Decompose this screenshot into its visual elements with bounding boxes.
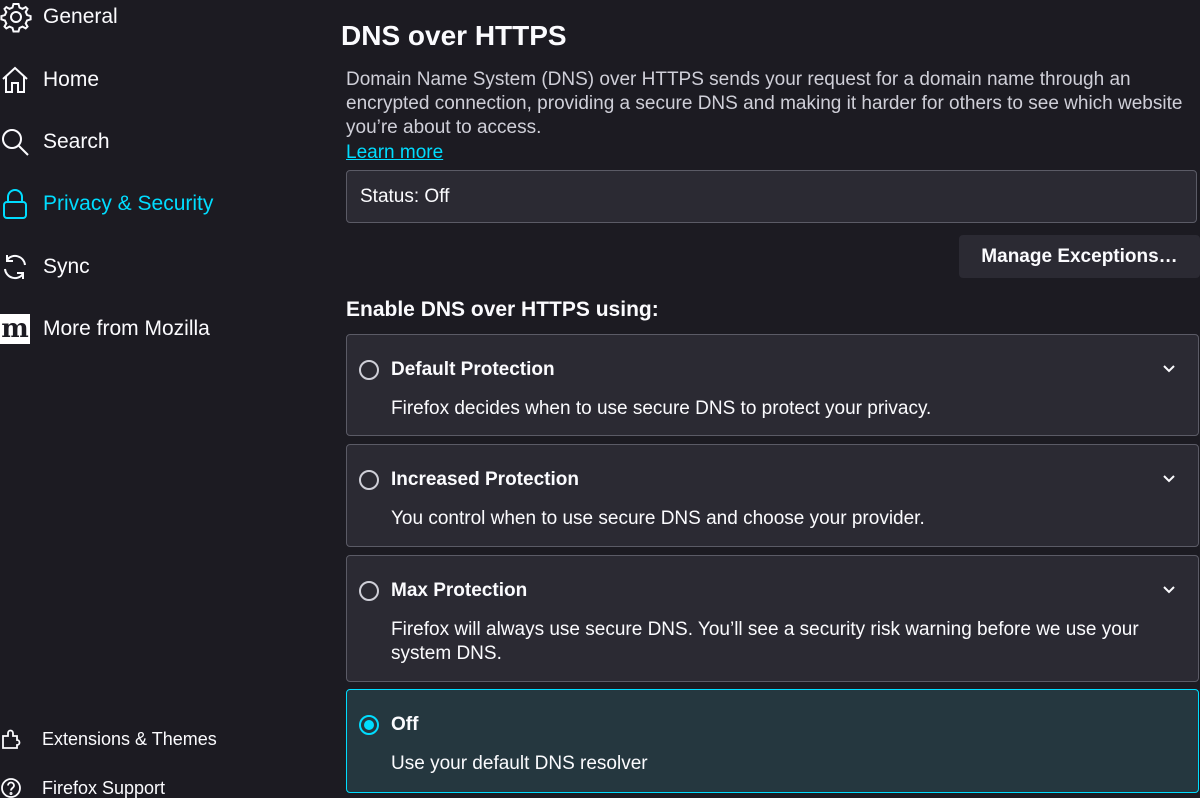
lock-icon: [0, 188, 32, 220]
option-description: Use your default DNS resolver: [391, 753, 648, 774]
help-icon: [0, 777, 28, 798]
option-default-protection[interactable]: Default Protection Firefox decides when …: [346, 334, 1199, 436]
sidebar-item-search[interactable]: Search: [0, 122, 110, 162]
sidebar-item-label: Sync: [43, 255, 90, 278]
sidebar-item-home[interactable]: Home: [0, 60, 99, 100]
sidebar-footer-firefox-support[interactable]: Firefox Support: [0, 773, 165, 798]
manage-exceptions-button[interactable]: Manage Exceptions…: [959, 235, 1200, 278]
option-max-protection[interactable]: Max Protection Firefox will always use s…: [346, 555, 1199, 682]
sidebar-footer-label: Firefox Support: [42, 777, 166, 798]
sidebar-item-label: More from Mozilla: [43, 317, 210, 340]
search-icon: [0, 126, 32, 158]
section-title: DNS over HTTPS: [341, 20, 567, 51]
mozilla-m-icon: m: [0, 314, 30, 344]
sidebar-item-privacy-security[interactable]: Privacy & Security: [0, 184, 213, 224]
option-title: Default Protection: [391, 359, 555, 380]
radio-button[interactable]: [359, 360, 379, 380]
radio-button[interactable]: [359, 581, 379, 601]
option-description: Firefox will always use secure DNS. You’…: [391, 619, 1139, 664]
radio-button-checked[interactable]: [359, 715, 379, 735]
option-increased-protection[interactable]: Increased Protection You control when to…: [346, 444, 1199, 547]
option-title: Max Protection: [391, 580, 528, 601]
chevron-down-icon[interactable]: [1162, 582, 1176, 596]
sidebar: General Home Search Privacy & Security S…: [0, 0, 320, 798]
sidebar-item-label: Privacy & Security: [43, 192, 214, 215]
sidebar-item-general[interactable]: General: [0, 0, 118, 37]
sidebar-item-label: Search: [43, 130, 110, 153]
sidebar-item-label: General: [43, 5, 118, 28]
puzzle-icon: [0, 728, 28, 750]
radio-button[interactable]: [359, 470, 379, 490]
status-box: Status: Off: [346, 170, 1197, 223]
sidebar-item-sync[interactable]: Sync: [0, 247, 90, 287]
sidebar-item-label: Home: [43, 68, 100, 91]
option-description: You control when to use secure DNS and c…: [391, 508, 925, 529]
learn-more-link[interactable]: Learn more: [346, 142, 443, 164]
chevron-down-icon[interactable]: [1162, 361, 1176, 375]
sidebar-footer-extensions-themes[interactable]: Extensions & Themes: [0, 724, 217, 754]
sidebar-item-more-from-mozilla[interactable]: m More from Mozilla: [0, 309, 210, 349]
gear-icon: [0, 1, 32, 33]
section-description: Domain Name System (DNS) over HTTPS send…: [346, 69, 1183, 138]
home-icon: [0, 64, 32, 96]
option-off[interactable]: Off Use your default DNS resolver: [346, 689, 1199, 793]
option-description: Firefox decides when to use secure DNS t…: [391, 398, 932, 419]
option-title: Off: [391, 714, 419, 735]
sync-icon: [0, 251, 32, 283]
chevron-down-icon[interactable]: [1162, 471, 1176, 485]
enable-heading: Enable DNS over HTTPS using:: [346, 298, 659, 321]
settings-page: General Home Search Privacy & Security S…: [0, 0, 1200, 798]
sidebar-footer-label: Extensions & Themes: [42, 728, 217, 749]
status-text: Status: Off: [360, 185, 450, 207]
option-title: Increased Protection: [391, 469, 579, 490]
